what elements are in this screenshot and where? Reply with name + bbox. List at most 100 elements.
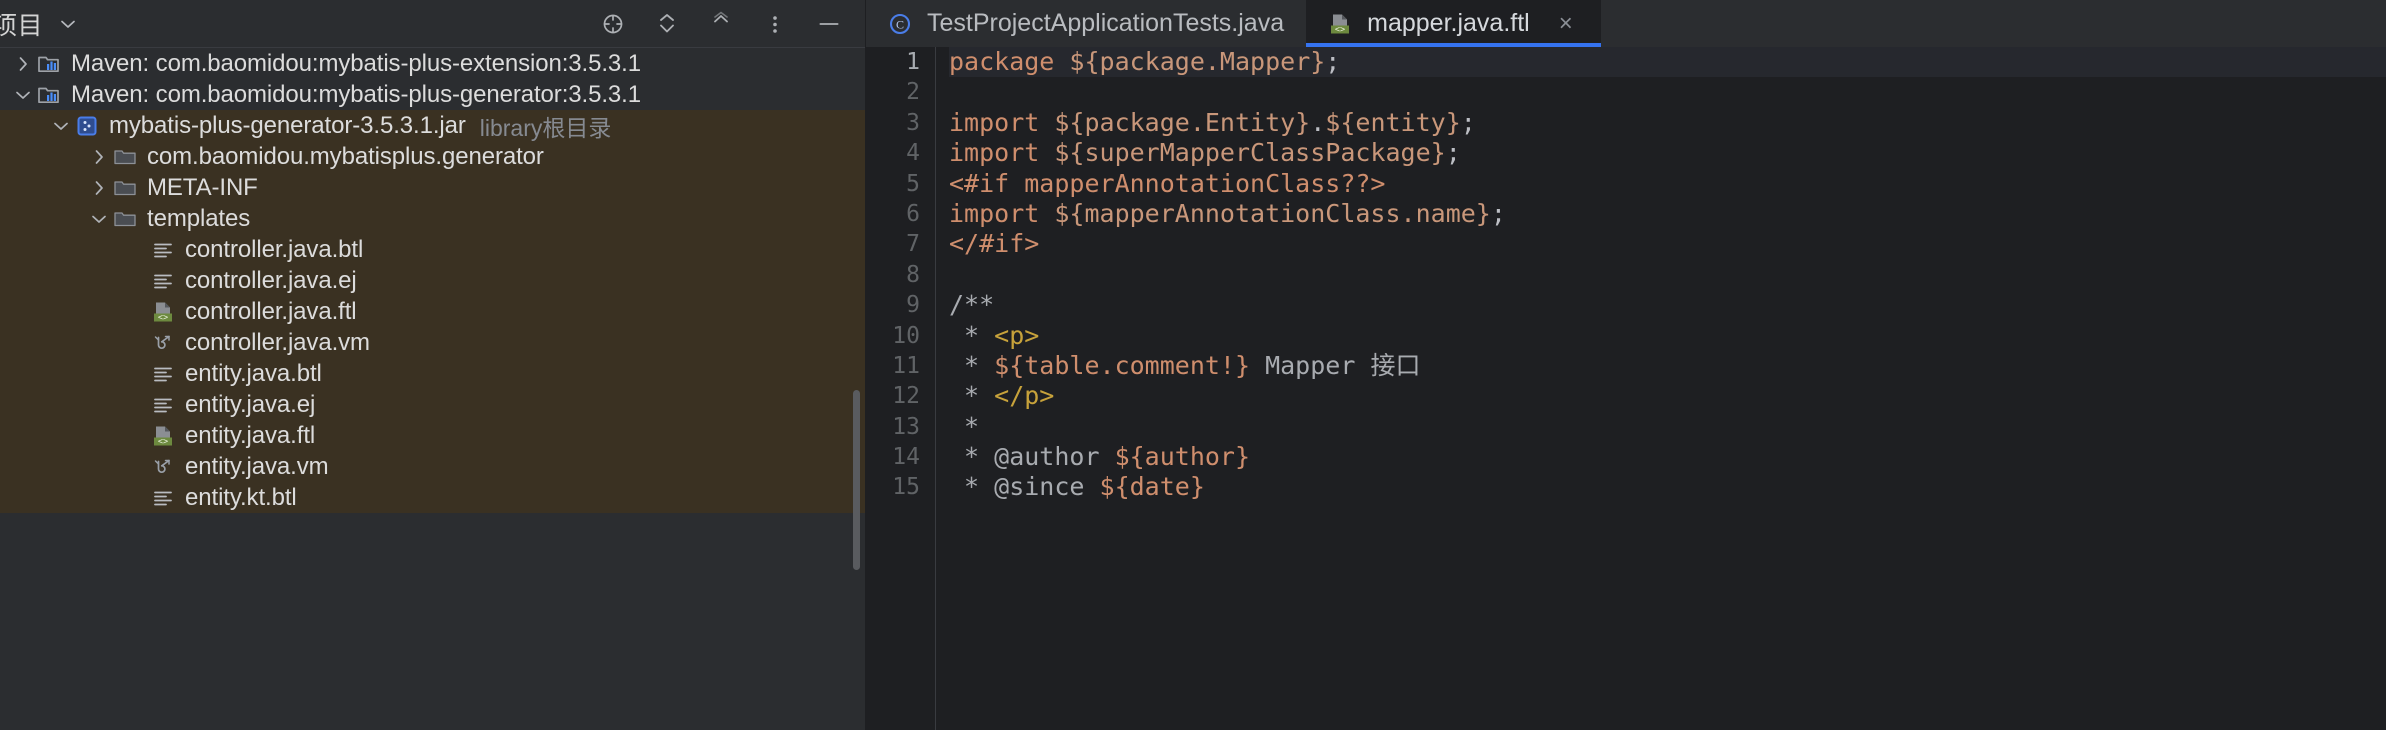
text-file-icon xyxy=(150,268,176,294)
tree-row[interactable]: templates xyxy=(0,203,866,234)
code-token: * xyxy=(949,381,995,411)
line-number[interactable]: 2 xyxy=(866,77,920,107)
code-line[interactable]: <#if mapperAnnotationClass??> xyxy=(949,169,2386,199)
ftl-file-icon: <> xyxy=(150,299,176,325)
code-token: * @author xyxy=(949,442,1115,472)
tree-row[interactable]: controller.java.vm xyxy=(0,327,866,358)
tree-row[interactable]: controller.java.btl xyxy=(0,234,866,265)
code-token: * @since xyxy=(949,472,1100,502)
code-token: ; xyxy=(1445,138,1461,168)
code-line[interactable]: import ${superMapperClassPackage}; xyxy=(949,138,2386,168)
code-editor[interactable]: 1 2 3 4 5 6 7 8 9 10 11 12 13 14 15 package ${package.… xyxy=(866,47,2386,730)
more-options-icon[interactable] xyxy=(762,11,788,37)
svg-text:<>: <> xyxy=(158,437,168,447)
code-line[interactable] xyxy=(949,260,2386,290)
text-file-icon xyxy=(150,361,176,387)
velocity-file-icon xyxy=(150,330,176,356)
line-number[interactable]: 5 xyxy=(866,169,920,199)
code-line[interactable] xyxy=(949,77,2386,107)
line-number[interactable]: 12 xyxy=(866,381,920,411)
code-line[interactable]: import ${package.Entity}.${entity}; xyxy=(949,108,2386,138)
code-token: </p> xyxy=(994,381,1055,411)
hide-panel-icon[interactable] xyxy=(816,11,842,37)
chevron-right-icon[interactable] xyxy=(86,175,112,201)
text-file-icon xyxy=(150,237,176,263)
code-token: Mapper 接口 xyxy=(1250,350,1421,380)
sidebar-scrollbar[interactable] xyxy=(853,390,860,570)
line-number[interactable]: 14 xyxy=(866,442,920,472)
close-icon[interactable]: × xyxy=(1553,11,1579,37)
chevron-down-icon[interactable] xyxy=(10,82,36,108)
code-token: * xyxy=(949,320,995,350)
editor-tab[interactable]: <> mapper.java.ftl × xyxy=(1306,0,1601,47)
code-line[interactable]: package ${package.Mapper}; xyxy=(949,47,2386,78)
tree-row[interactable]: com.baomidou.mybatisplus.generator xyxy=(0,141,866,172)
line-number[interactable]: 8 xyxy=(866,260,920,290)
tree-row-sublabel: library根目录 xyxy=(479,114,612,141)
tree-row-label: entity.java.btl xyxy=(185,359,322,387)
project-tool-window: 项目 Maven: com.baomidou:mybatis-plus-exte… xyxy=(0,0,866,730)
code-content[interactable]: package ${package.Mapper}; import ${pack… xyxy=(936,47,2386,730)
line-number[interactable]: 15 xyxy=(866,472,920,502)
tree-row[interactable]: <> entity.java.ftl xyxy=(0,420,866,451)
line-number[interactable]: 3 xyxy=(866,108,920,138)
line-number[interactable]: 13 xyxy=(866,412,920,442)
tree-row[interactable]: <> controller.java.ftl xyxy=(0,296,866,327)
tree-row-label: entity.java.ftl xyxy=(185,421,316,449)
code-token: ${superMapperClassPackage} xyxy=(1054,138,1446,168)
code-line[interactable]: * </p> xyxy=(949,381,2386,411)
editor-tab[interactable]: C TestProjectApplicationTests.java xyxy=(866,0,1306,47)
line-number[interactable]: 9 xyxy=(866,290,920,320)
line-number[interactable]: 4 xyxy=(866,138,920,168)
code-token: ${author} xyxy=(1114,442,1251,472)
line-number[interactable]: 7 xyxy=(866,229,920,259)
line-number[interactable]: 1 xyxy=(866,47,920,77)
tree-row[interactable]: Maven: com.baomidou:mybatis-plus-generat… xyxy=(0,79,866,110)
tree-row[interactable]: controller.java.ej xyxy=(0,265,866,296)
editor-tab-bar: C TestProjectApplicationTests.java <> mappe… xyxy=(866,0,2386,47)
code-line[interactable]: * ${table.comment!} Mapper 接口 xyxy=(949,351,2386,381)
chevron-down-icon[interactable] xyxy=(57,13,79,35)
tree-row[interactable]: mybatis-plus-generator-3.5.3.1.jar librar… xyxy=(0,110,866,141)
locate-icon[interactable] xyxy=(600,11,626,37)
tree-row[interactable]: entity.java.btl xyxy=(0,358,866,389)
code-token: ${package.Mapper} xyxy=(1069,47,1326,76)
code-line[interactable]: </#if> xyxy=(949,229,2386,259)
code-line[interactable]: import ${mapperAnnotationClass.name}; xyxy=(949,199,2386,229)
chevron-right-icon[interactable] xyxy=(10,51,36,77)
code-token: * xyxy=(949,350,995,380)
line-number[interactable]: 6 xyxy=(866,199,920,229)
tree-row-label: entity.java.ej xyxy=(185,390,316,418)
code-line[interactable]: * @since ${date} xyxy=(949,472,2386,502)
expand-all-icon[interactable] xyxy=(654,11,680,37)
code-line[interactable]: /** xyxy=(949,290,2386,320)
tree-row[interactable]: entity.kt.btl xyxy=(0,482,866,513)
tree-row[interactable]: Maven: com.baomidou:mybatis-plus-extensi… xyxy=(0,48,866,79)
maven-library-icon xyxy=(36,51,62,77)
tree-row[interactable]: entity.java.vm xyxy=(0,451,866,482)
chevron-down-icon[interactable] xyxy=(48,113,74,139)
project-tree[interactable]: Maven: com.baomidou:mybatis-plus-extensi… xyxy=(0,48,866,730)
tree-row-label: controller.java.ftl xyxy=(185,297,357,325)
code-token: package xyxy=(949,47,1070,76)
chevron-down-icon[interactable] xyxy=(86,206,112,232)
tree-row-label: controller.java.vm xyxy=(185,328,370,356)
code-line[interactable]: * xyxy=(949,412,2386,442)
code-line[interactable]: * @author ${author} xyxy=(949,442,2386,472)
ide-window: 项目 Maven: com.baomidou:mybatis-plus-exte… xyxy=(0,0,2386,730)
code-token: ${table.comment!} xyxy=(994,350,1251,380)
collapse-all-icon[interactable] xyxy=(708,11,734,37)
line-number[interactable]: 10 xyxy=(866,321,920,351)
line-number[interactable]: 11 xyxy=(866,351,920,381)
code-token: <p> xyxy=(994,320,1040,350)
code-line[interactable]: * <p> xyxy=(949,321,2386,351)
java-class-icon: C xyxy=(886,10,914,38)
code-token: * xyxy=(949,411,980,441)
maven-library-icon xyxy=(36,82,62,108)
code-token: import xyxy=(949,107,1055,137)
tree-row[interactable]: META-INF xyxy=(0,172,866,203)
editor-area: C TestProjectApplicationTests.java <> mappe… xyxy=(866,0,2386,730)
tree-row[interactable]: entity.java.ej xyxy=(0,389,866,420)
chevron-right-icon[interactable] xyxy=(86,144,112,170)
code-token: ${date} xyxy=(1099,472,1205,502)
